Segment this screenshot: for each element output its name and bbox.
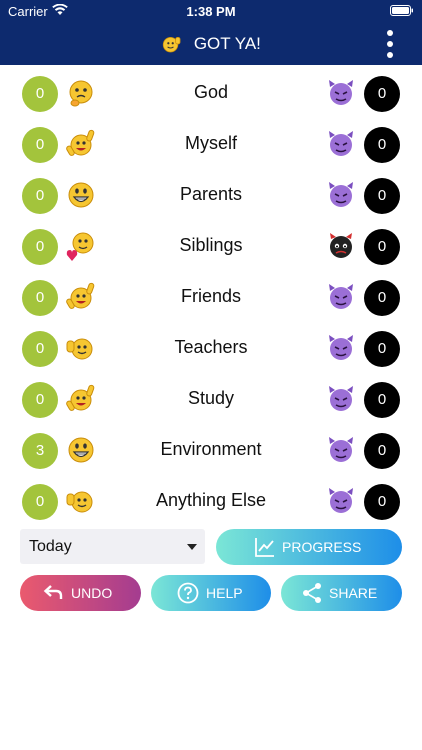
purple-devil-icon	[329, 131, 353, 156]
thumbs-up-smiley-icon	[162, 37, 181, 53]
good-count-button[interactable]: 0	[22, 178, 58, 214]
thinking-smiley-icon	[69, 80, 93, 107]
chevron-down-icon	[187, 544, 197, 550]
bad-count-button[interactable]: 0	[364, 76, 400, 112]
black-devil-icon	[330, 233, 352, 258]
clock: 1:38 PM	[186, 4, 236, 19]
help-circle-icon	[177, 582, 199, 604]
thumbs-up-smiley-icon	[66, 491, 93, 513]
bad-count-button[interactable]: 0	[364, 484, 400, 520]
help-label: HELP	[206, 585, 243, 601]
nav-bar: GOT YA!	[0, 22, 422, 65]
undo-label: UNDO	[71, 585, 113, 601]
category-row: 0 Parents 0	[0, 170, 422, 220]
good-count-button[interactable]: 0	[22, 280, 58, 316]
good-count-button[interactable]: 0	[22, 331, 58, 367]
progress-label: PROGRESS	[282, 539, 362, 555]
category-row: 0 Friends 0	[0, 272, 422, 322]
category-label: Environment	[160, 439, 262, 459]
period-value: Today	[29, 538, 72, 555]
cheering-smiley-icon	[66, 129, 95, 156]
app-title-text: GOT YA!	[193, 34, 261, 53]
bad-count-button[interactable]: 0	[364, 433, 400, 469]
app-title: GOT YA!	[0, 33, 422, 55]
status-bar: Carrier 1:38 PM	[0, 0, 422, 22]
purple-devil-icon	[329, 437, 353, 462]
category-label: Anything Else	[155, 490, 267, 510]
good-count-button[interactable]: 0	[22, 76, 58, 112]
category-label: Siblings	[179, 235, 243, 255]
chart-line-icon	[255, 538, 274, 557]
category-row: 3 Environment 0	[0, 425, 422, 475]
category-label: Parents	[179, 184, 243, 204]
undo-button[interactable]: UNDO	[20, 575, 141, 611]
bad-count-button[interactable]: 0	[364, 331, 400, 367]
bad-count-button[interactable]: 0	[364, 229, 400, 265]
good-count-button[interactable]: 3	[22, 433, 58, 469]
grinning-smiley-icon	[68, 437, 94, 463]
category-label: God	[193, 82, 229, 102]
category-row: 0 God 0	[0, 68, 422, 118]
share-icon	[303, 583, 321, 603]
purple-devil-icon	[329, 335, 353, 360]
battery-icon	[390, 5, 413, 16]
share-button[interactable]: SHARE	[281, 575, 402, 611]
category-row: 0 Myself 0	[0, 119, 422, 169]
purple-devil-icon	[329, 284, 353, 309]
undo-icon	[43, 585, 63, 599]
category-label: Friends	[180, 286, 242, 306]
thumbs-up-smiley-icon	[66, 338, 93, 360]
cheering-smiley-icon	[66, 282, 95, 309]
good-count-button[interactable]: 0	[22, 484, 58, 520]
good-count-button[interactable]: 0	[22, 127, 58, 163]
category-row: 0 Teachers 0	[0, 323, 422, 373]
cheering-smiley-icon	[66, 384, 95, 411]
category-label: Myself	[184, 133, 237, 153]
bad-count-button[interactable]: 0	[364, 382, 400, 418]
period-select[interactable]: Today	[20, 529, 205, 564]
good-count-button[interactable]: 0	[22, 229, 58, 265]
purple-devil-icon	[329, 488, 353, 513]
bad-count-button[interactable]: 0	[364, 178, 400, 214]
share-label: SHARE	[329, 585, 378, 601]
bad-count-button[interactable]: 0	[364, 127, 400, 163]
help-button[interactable]: HELP	[151, 575, 271, 611]
grinning-smiley-icon	[68, 182, 94, 208]
category-label: Study	[187, 388, 235, 408]
category-row: 0 Siblings 0	[0, 221, 422, 271]
purple-devil-icon	[329, 182, 353, 207]
good-count-button[interactable]: 0	[22, 382, 58, 418]
progress-button[interactable]: PROGRESS	[216, 529, 402, 565]
purple-devil-icon	[329, 386, 353, 411]
heart-smiley-icon	[66, 232, 94, 261]
category-row: 0 Anything Else 0	[0, 476, 422, 526]
category-label: Teachers	[174, 337, 248, 357]
bad-count-button[interactable]: 0	[364, 280, 400, 316]
purple-devil-icon	[329, 80, 353, 105]
category-row: 0 Study 0	[0, 374, 422, 424]
more-vertical-icon[interactable]	[380, 30, 400, 58]
